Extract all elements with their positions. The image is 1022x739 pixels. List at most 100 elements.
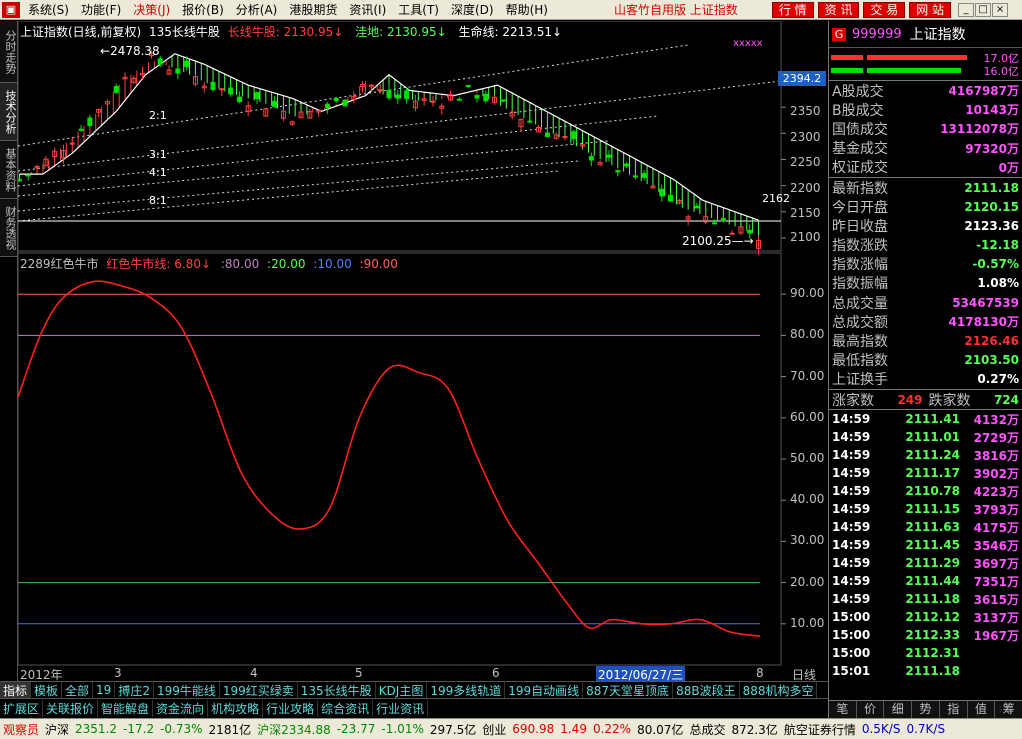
quote-tab[interactable]: 指 <box>940 701 968 718</box>
quote-tab[interactable]: 筹 <box>995 701 1022 718</box>
stat-value: 2126.46 <box>964 334 1019 349</box>
menu-quote[interactable]: 报价(B) <box>176 1 230 18</box>
candle-body <box>219 88 225 91</box>
security-code: 999999 <box>852 26 902 42</box>
trade-button[interactable]: 交 易 <box>863 1 906 18</box>
indicator-tab[interactable]: 199红买绿卖 <box>220 681 298 699</box>
hushen-change: -17.2 <box>123 722 155 736</box>
high-annotation: ←2478.38 <box>100 44 160 58</box>
function-tab[interactable]: 机构攻略 <box>208 699 264 717</box>
tick-row: 14:59 2111.15 3793万 <box>829 500 1022 518</box>
chuangye-change: 1.49 <box>560 722 587 736</box>
candle-body <box>465 84 471 87</box>
indicator-tab[interactable]: KDJ主图 <box>376 681 428 699</box>
maximize-icon[interactable]: □ <box>975 2 992 17</box>
trend-line <box>18 115 659 187</box>
tick-price: 2111.45 <box>905 538 960 553</box>
function-tab[interactable]: 关联报价 <box>43 699 99 717</box>
menu-news[interactable]: 资讯(I) <box>343 1 392 18</box>
indicator-tab[interactable]: 199多线轨道 <box>427 681 506 699</box>
function-tab[interactable]: 扩展区 <box>0 699 44 717</box>
quote-tab[interactable]: 势 <box>912 701 940 718</box>
tick-time: 14:59 <box>832 502 871 517</box>
candle-body <box>113 85 119 93</box>
candle-body <box>175 68 181 74</box>
menu-depth[interactable]: 深度(D) <box>445 1 500 18</box>
bar-segment <box>831 68 863 73</box>
tick-time: 14:59 <box>832 538 871 553</box>
function-tab[interactable]: 智能解盘 <box>98 699 154 717</box>
hushen2-percent: -1.01% <box>381 722 424 736</box>
tick-time: 14:59 <box>832 448 871 463</box>
indicator-tab[interactable]: 135长线牛股 <box>298 681 376 699</box>
candle-body <box>236 96 242 103</box>
quote-panel: G 999999 上证指数 17.0亿 16.0亿 A股成交 4167987万 B股… <box>828 21 1022 718</box>
net-up: 0.7K/S <box>906 722 946 736</box>
indicator-tab[interactable]: 887天堂星顶底 <box>583 681 674 699</box>
tick-price: 2110.78 <box>905 484 960 499</box>
indicator-tab[interactable]: 模板 <box>31 681 63 699</box>
hushen-percent: -0.73% <box>160 722 203 736</box>
menu-help[interactable]: 帮助(H) <box>500 1 554 18</box>
market-button[interactable]: 行 情 <box>771 1 814 18</box>
news-button[interactable]: 资 讯 <box>817 1 860 18</box>
indicator-tab[interactable]: 199牛能线 <box>154 681 220 699</box>
indicator-tab[interactable]: 88B波段王 <box>673 681 740 699</box>
chart-area[interactable]: 上证指数(日线,前复权) 135长线牛股 长线牛股: 2130.95↓ 洼地: … <box>18 21 828 683</box>
y-tick: 2350 <box>790 104 821 118</box>
function-tab[interactable]: 行业资讯 <box>373 699 429 717</box>
stat-row: 指数涨幅 -0.57% <box>829 255 1022 274</box>
stat-value: 4178130万 <box>948 315 1019 330</box>
candle-body <box>606 154 612 158</box>
minimize-icon[interactable]: _ <box>958 2 975 17</box>
tick-row: 14:59 2111.18 3615万 <box>829 590 1022 608</box>
menu-system[interactable]: 系统(S) <box>22 1 75 18</box>
function-tab[interactable]: 行业攻略 <box>263 699 319 717</box>
tick-row: 15:01 2111.18 <box>829 662 1022 680</box>
quote-tab[interactable]: 值 <box>968 701 996 718</box>
function-tab[interactable]: 资金流向 <box>153 699 209 717</box>
side-tab-financial[interactable]: 财务透视 <box>0 199 17 257</box>
stat-value: 53467539 <box>952 295 1019 310</box>
menu-function[interactable]: 功能(F) <box>75 1 127 18</box>
stat-row: 总成交额 4178130万 <box>829 312 1022 331</box>
menu-analysis[interactable]: 分析(A) <box>230 1 284 18</box>
x-tick: 5 <box>355 666 363 680</box>
side-tab-technical[interactable]: 技术分析 <box>0 83 17 141</box>
side-tab-fundamental[interactable]: 基本资料 <box>0 141 17 199</box>
candle-body <box>668 194 674 202</box>
tick-row: 14:59 2111.63 4175万 <box>829 518 1022 536</box>
indicator-tab[interactable]: 19 <box>93 683 116 697</box>
quote-tab[interactable]: 价 <box>857 701 885 718</box>
indicator-y-tick: 70.00 <box>790 368 825 383</box>
tick-price: 2112.31 <box>905 646 960 661</box>
news-ticker[interactable]: 航空证券行情 <box>781 721 859 738</box>
indicator-tab[interactable]: 888机构多空 <box>740 681 818 699</box>
indicator-tabs: 指标 模板 全部 19 搏庄2 199牛能线 199红买绿卖 135长线牛股 KDJ主图 199多… <box>0 681 828 699</box>
close-icon[interactable]: × <box>992 2 1009 17</box>
function-tab[interactable]: 综合资讯 <box>318 699 374 717</box>
menu-decision[interactable]: 决策(J) <box>127 1 176 18</box>
stat-label: B股成交 <box>832 102 884 119</box>
candle-body <box>544 132 550 138</box>
candle-body <box>430 100 436 103</box>
observer-label[interactable]: 观察员 <box>0 721 42 738</box>
quote-tab[interactable]: 笔 <box>829 701 857 718</box>
website-button[interactable]: 网 站 <box>909 1 952 18</box>
indicator-tab[interactable]: 全部 <box>62 681 94 699</box>
indicator-tab[interactable]: 指标 <box>0 681 32 699</box>
price-chart[interactable] <box>18 21 828 681</box>
candle-body <box>69 142 75 145</box>
tick-volume: 2729万 <box>973 430 1019 445</box>
side-tab-intraday[interactable]: 分时走势 <box>0 21 17 83</box>
menu-hk-futures[interactable]: 港股期货 <box>283 1 343 18</box>
candle-body <box>527 120 533 123</box>
tick-time: 14:59 <box>832 430 871 445</box>
quote-tab[interactable]: 细 <box>884 701 913 718</box>
stat-value: 2103.50 <box>964 353 1019 368</box>
indicator-tab[interactable]: 搏庄2 <box>115 681 154 699</box>
stat-row: 总成交量 53467539 <box>829 293 1022 312</box>
indicator-tab[interactable]: 199自动画线 <box>505 681 584 699</box>
menu-tools[interactable]: 工具(T) <box>392 1 445 18</box>
stat-row: 权证成交 0万 <box>829 158 1022 177</box>
